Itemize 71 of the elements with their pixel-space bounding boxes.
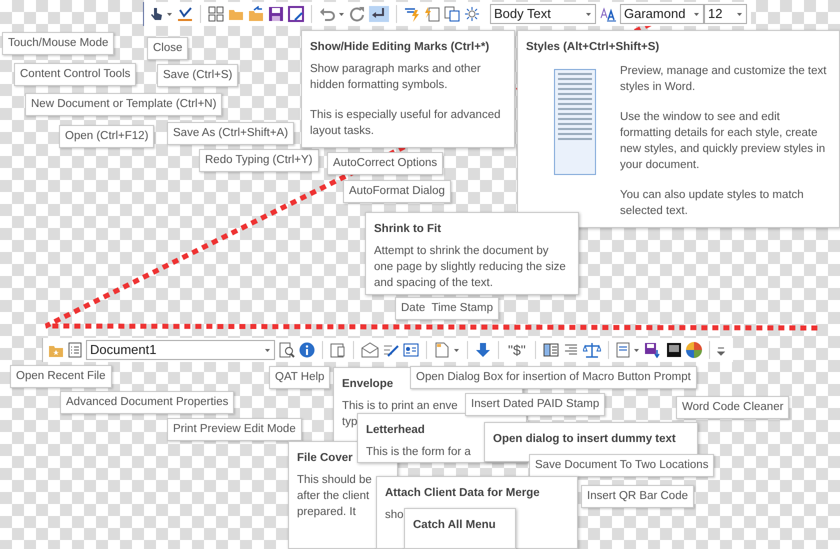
- macro-label[interactable]: "$": [506, 340, 528, 360]
- screen-icon[interactable]: [666, 342, 682, 358]
- tooltip: Open (Ctrl+F12): [59, 125, 154, 148]
- tooltip: Save As (Ctrl+Shift+A): [167, 122, 294, 145]
- tooltip: Open Dialog Box for insertion of Macro Button Prompt: [410, 366, 697, 389]
- form-page-icon[interactable]: [616, 342, 630, 358]
- floppy-pencil-icon[interactable]: [288, 6, 304, 22]
- text-style-icon[interactable]: [600, 6, 616, 22]
- tooltip-text: Use the window to see and edit formatting details for each style, create new styles, and quickly preview styles in your document.: [620, 110, 826, 173]
- tooltip: Word Code Cleaner: [676, 396, 790, 419]
- folder-arrow-icon[interactable]: [248, 6, 264, 22]
- tooltip: Save (Ctrl+S): [157, 64, 238, 87]
- tooltip-text: Show paragraph marks and other hidden formatting symbols.: [310, 62, 482, 93]
- tooltip: Touch/Mouse Mode: [2, 32, 114, 55]
- tooltip: Insert Dated PAID Stamp: [465, 393, 606, 416]
- info-icon[interactable]: [299, 342, 315, 358]
- list-document-icon[interactable]: [68, 342, 82, 358]
- tooltip-text: Preview, manage and customize the text styles in Word.: [620, 64, 828, 95]
- tooltip-text: You can also update styles to match selected text.: [620, 188, 805, 219]
- undo-icon[interactable]: [319, 6, 335, 22]
- redo-icon[interactable]: [349, 6, 365, 22]
- document-panel-icon[interactable]: [330, 342, 346, 358]
- tooltip: Open Recent File: [10, 365, 112, 388]
- dropdown-field[interactable]: Garamond: [620, 4, 704, 24]
- grid-icon[interactable]: [208, 6, 224, 22]
- tooltip: AutoCorrect Options: [327, 152, 444, 175]
- tooltip-text: This is to print an enve: [342, 399, 458, 414]
- id-card-icon[interactable]: [403, 342, 419, 358]
- tooltip: Insert QR Bar Code: [581, 485, 694, 508]
- tooltip: New Document or Template (Ctrl+N): [25, 93, 222, 116]
- documents-icon[interactable]: [444, 6, 460, 22]
- document-lightning-icon[interactable]: [424, 6, 440, 22]
- tooltip-text: This should be: [297, 473, 372, 488]
- tooltip-text: after the client: [297, 489, 370, 504]
- dropdown-field[interactable]: 12: [704, 4, 747, 24]
- tooltip-text: typ: [342, 415, 358, 430]
- tooltip: Print Preview Edit Mode: [167, 418, 302, 441]
- tooltip-title: Letterhead: [366, 423, 425, 438]
- pie-icon[interactable]: [686, 342, 702, 358]
- tooltip: AutoFormat Dialog: [343, 180, 451, 203]
- tooltip-title: Envelope: [342, 377, 394, 392]
- tooltip: Save Document To Two Locations: [529, 454, 714, 477]
- hand-pointer-icon[interactable]: [149, 6, 163, 22]
- magnifier-document-icon[interactable]: [279, 342, 295, 358]
- dropdown-field[interactable]: Document1: [86, 340, 275, 360]
- tooltip-text: This is especially useful for advanced layout tasks.: [310, 108, 502, 139]
- tooltip-title: File Cover: [297, 451, 353, 466]
- tooltip: Redo Typing (Ctrl+Y): [199, 149, 318, 172]
- envelope-icon[interactable]: [361, 342, 379, 358]
- new-page-icon[interactable]: [434, 342, 450, 358]
- dropdown-field[interactable]: Body Text: [490, 4, 596, 24]
- scales-icon[interactable]: [582, 342, 601, 358]
- tooltip-text: This is the form for a: [366, 445, 471, 460]
- tooltip-title: Catch All Menu: [413, 518, 496, 533]
- tooltip-title: Attach Client Data for Merge: [385, 486, 540, 501]
- tooltip-text: sho: [385, 508, 404, 523]
- tooltip: Advanced Document Properties: [60, 391, 234, 414]
- tooltip: QAT Help: [269, 366, 330, 389]
- tooltip: Content Control Tools: [14, 63, 136, 86]
- tooltip-title: Open dialog to insert dummy text: [493, 432, 676, 447]
- tooltip: Close: [147, 37, 188, 60]
- tooltip-text: prepared. It: [297, 505, 356, 520]
- tooltip-title: Show/Hide Editing Marks (Ctrl+*): [310, 40, 490, 55]
- columns-icon[interactable]: [542, 342, 559, 358]
- tooltip-text: Attempt to shrink the document by one page by slightly reducing the size and spacing of the text.: [374, 244, 567, 291]
- floppy-arrows-icon[interactable]: [644, 342, 662, 358]
- down-arrow-icon[interactable]: [475, 342, 491, 358]
- tooltip-title: Styles (Alt+Ctrl+Shift+S): [526, 40, 660, 55]
- tooltip-title: Shrink to Fit: [374, 222, 442, 237]
- tooltip: Date Time Stamp: [395, 297, 500, 320]
- lightning-icon[interactable]: [404, 6, 420, 22]
